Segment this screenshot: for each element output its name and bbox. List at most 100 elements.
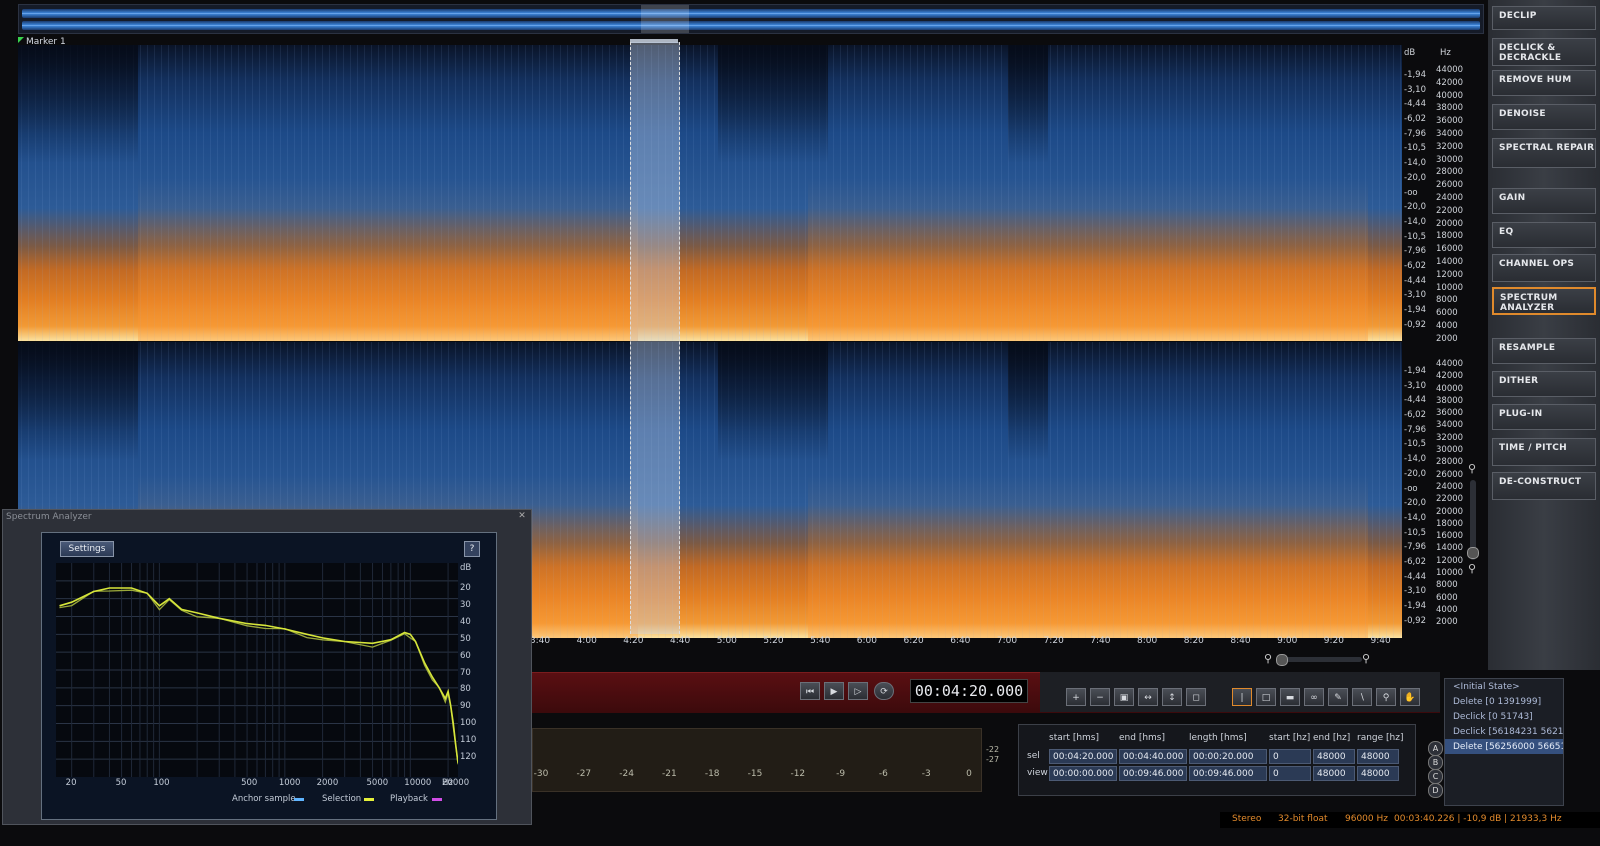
overview-selection-window[interactable] [641,5,689,33]
sel-start-hms[interactable]: 00:04:20.000 [1049,749,1117,764]
view-end-hms[interactable]: 00:09:46.000 [1119,766,1187,781]
zoom-freq-icon[interactable]: ↕ [1162,688,1182,706]
view-range-hz[interactable]: 48000 [1357,766,1399,781]
time-select-icon[interactable]: | [1232,688,1252,706]
db-tick: -10,5 [1404,439,1426,450]
spectrogram-energy [808,475,1368,638]
undo-history[interactable]: <Initial State> Delete [0 1391999] Declick… [1444,678,1564,806]
module-spectrum-analyzer[interactable]: SPECTRUM ANALYZER [1492,287,1596,315]
module-eq[interactable]: EQ [1492,222,1596,248]
help-button[interactable]: ? [464,541,480,557]
compare-b-button[interactable]: B [1428,755,1443,770]
spectrum-analyzer-window[interactable]: Spectrum Analyzer ✕ Settings ? dB Hz Anc… [2,509,532,825]
view-length-hms[interactable]: 00:09:46.000 [1189,766,1267,781]
sel-start-hz[interactable]: 0 [1269,749,1311,764]
time-tick: 7:00 [996,636,1018,646]
time-selection[interactable] [630,42,680,634]
module-denoise[interactable]: DENOISE [1492,104,1596,130]
module-declick-decrackle[interactable]: DECLICK & DECRACKLE [1492,38,1596,66]
freq-select-icon[interactable]: ▬ [1280,688,1300,706]
module-remove-hum[interactable]: REMOVE HUM [1492,70,1596,96]
history-item[interactable]: <Initial State> [1445,679,1563,694]
sel-length-hms[interactable]: 00:00:20.000 [1189,749,1267,764]
compare-d-button[interactable]: D [1428,783,1443,798]
db-tick: -6,02 [1404,410,1426,421]
module-channel-ops[interactable]: CHANNEL OPS [1492,254,1596,282]
module-spectral-repair[interactable]: SPECTRAL REPAIR [1492,138,1596,168]
marker-flag-icon[interactable] [18,37,24,43]
history-item[interactable]: Delete [56256000 566513 [1445,739,1563,754]
db-tick: -oo [1404,483,1418,494]
module-plug-in[interactable]: PLUG-IN [1492,404,1596,430]
view-end-hz[interactable]: 48000 [1313,766,1355,781]
search-icon[interactable]: ⚲ [1376,688,1396,706]
y-tick: 50 [460,633,471,644]
zoom-in-vertical-icon[interactable]: ⚲ [1468,462,1476,475]
db-tick: -20,0 [1404,498,1426,509]
loop-icon[interactable]: ⟳ [874,682,894,700]
compare-c-button[interactable]: C [1428,769,1443,784]
module-declip[interactable]: DECLIP [1492,6,1596,30]
hand-icon[interactable]: ✋ [1400,688,1420,706]
time-tick: 8:20 [1183,636,1204,646]
legend-selection-swatch [364,798,374,801]
zoom-fit-icon[interactable]: ◻ [1186,688,1206,706]
lasso-icon[interactable]: ∞ [1304,688,1324,706]
legend-selection: Selection [322,794,362,804]
sel-end-hms[interactable]: 00:04:40.000 [1119,749,1187,764]
zoom-out-horizontal-icon[interactable]: ⚲ [1264,652,1272,665]
view-start-hz[interactable]: 0 [1269,766,1311,781]
y-tick: 30 [460,599,471,610]
hz-tick: 44000 [1436,359,1464,369]
overview-waveform[interactable] [18,4,1484,34]
spectrum-plot-svg [56,563,459,777]
module-gain[interactable]: GAIN [1492,188,1596,214]
brush-icon[interactable]: ✎ [1328,688,1348,706]
zoom-out-icon[interactable]: − [1090,688,1110,706]
module-de-construct[interactable]: DE-CONSTRUCT [1492,472,1596,500]
settings-button[interactable]: Settings [60,541,114,557]
module-dither[interactable]: DITHER [1492,371,1596,397]
spectrogram-energy [808,178,1368,341]
db-tick: -20,0 [1404,202,1426,213]
hz-tick: 28000 [1436,457,1464,468]
rect-select-icon[interactable]: □ [1256,688,1276,706]
sel-range-hz[interactable]: 48000 [1357,749,1399,764]
time-tick: 7:20 [1043,636,1064,646]
hz-tick: 10000 [1436,282,1464,293]
hz-tick: 26000 [1436,180,1464,191]
db-tick: -10,5 [1404,231,1426,242]
zoom-time-icon[interactable]: ↔ [1138,688,1158,706]
history-item[interactable]: Delete [0 1391999] [1445,694,1563,709]
sel-end-hz[interactable]: 48000 [1313,749,1355,764]
play-selection-icon[interactable]: ▷ [848,682,868,700]
module-resample[interactable]: RESAMPLE [1492,338,1596,364]
play-icon[interactable]: ▶ [824,682,844,700]
compare-a-button[interactable]: A [1428,741,1443,756]
magic-wand-icon[interactable]: ∖ [1352,688,1372,706]
history-item[interactable]: Declick [56184231 562133 [1445,724,1563,739]
table-header: end [hz] [1313,733,1351,743]
db-tick: -14,0 [1404,512,1426,523]
view-start-hms[interactable]: 00:00:00.000 [1049,766,1117,781]
row-label-view: view [1027,768,1048,778]
module-time-pitch[interactable]: TIME / PITCH [1492,438,1596,466]
hz-tick: 16000 [1436,531,1464,542]
skip-back-icon[interactable]: ⏮ [800,682,820,700]
vertical-zoom-thumb[interactable] [1467,547,1479,559]
history-item[interactable]: Declick [0 51743] [1445,709,1563,724]
meter-side-label: -22 [986,745,1000,754]
meter-side-label: -27 [986,755,1000,764]
zoom-in-horizontal-icon[interactable]: ⚲ [1362,652,1370,665]
close-icon[interactable]: ✕ [517,511,527,521]
zoom-in-icon[interactable]: + [1066,688,1086,706]
x-tick: 10000 [404,778,432,788]
horizontal-zoom-slider[interactable] [1276,657,1362,662]
hz-scale-top: 44000 42000 40000 38000 36000 34000 32000 30000… [1436,64,1466,346]
zoom-out-vertical-icon[interactable]: ⚲ [1468,562,1476,575]
hz-tick: 22000 [1436,205,1464,216]
spectrogram-left-channel[interactable] [18,45,1402,341]
horizontal-zoom-thumb[interactable] [1276,654,1288,666]
zoom-selection-icon[interactable]: ▣ [1114,688,1134,706]
db-tick: -1,94 [1404,305,1426,315]
